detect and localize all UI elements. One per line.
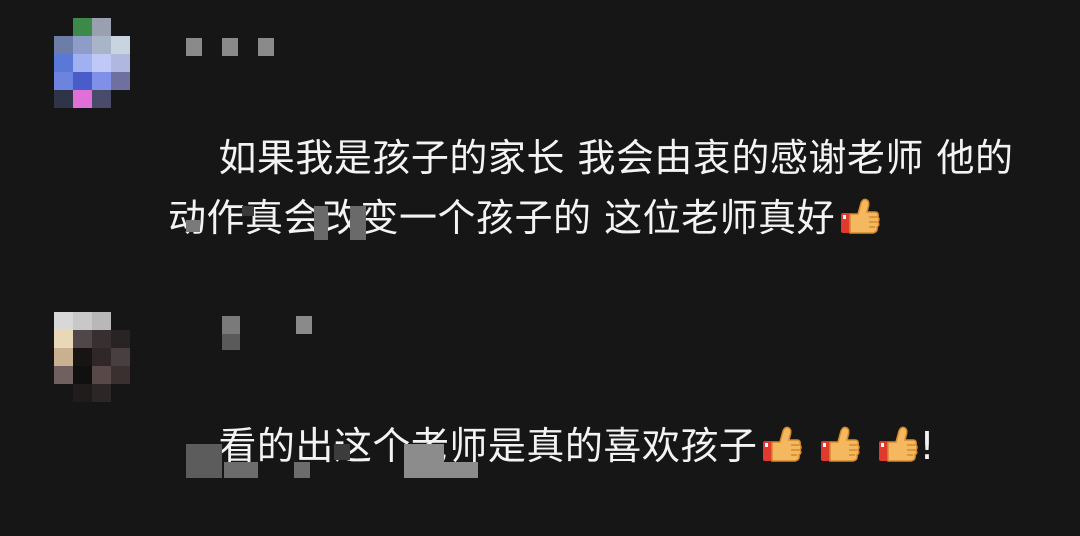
avatar[interactable] <box>54 18 130 108</box>
thumbs-up-icon <box>839 195 881 237</box>
comment-meta-blurred <box>186 206 376 240</box>
avatar[interactable] <box>54 312 130 402</box>
thumbs-up-icon <box>819 423 861 465</box>
thumbs-up-icon <box>761 423 803 465</box>
comment-meta-blurred <box>186 444 486 478</box>
username-blurred[interactable] <box>186 38 276 56</box>
exclamation-mark: ! <box>919 424 936 468</box>
username-blurred[interactable] <box>186 316 326 350</box>
thumbs-up-icon <box>877 423 919 465</box>
comment-text: 如果我是孩子的家长 我会由衷的感谢老师 他的 动作真会改变一个孩子的 这位老师真… <box>168 68 1048 308</box>
